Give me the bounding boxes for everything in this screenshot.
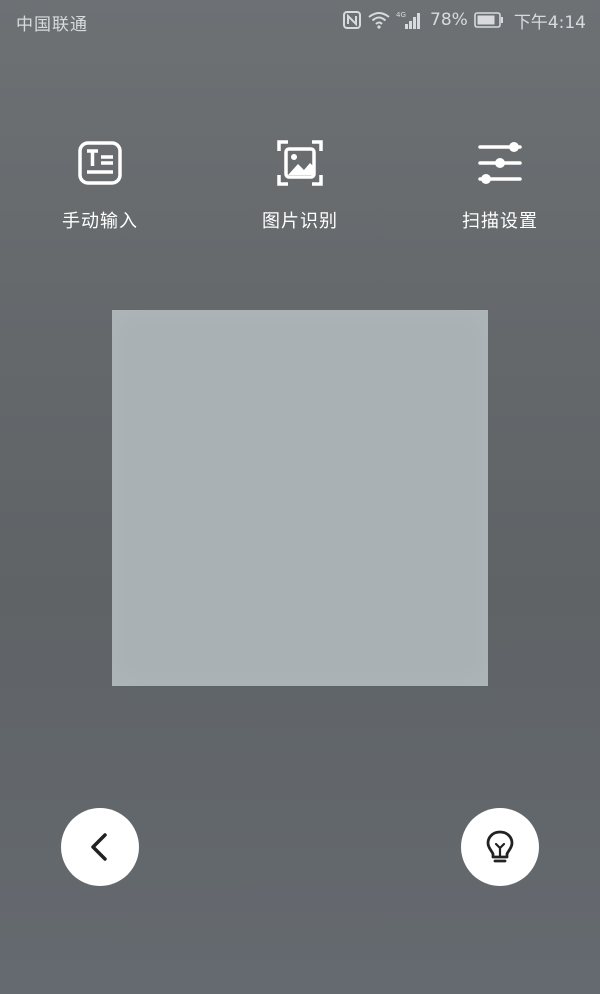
lightbulb-icon bbox=[486, 830, 514, 863]
battery-icon bbox=[474, 12, 504, 28]
network-type-label: 4G bbox=[396, 11, 406, 19]
image-recognition-button[interactable]: 图片识别 bbox=[220, 135, 380, 245]
manual-input-label: 手动输入 bbox=[62, 211, 138, 232]
signal-icon: 4G bbox=[396, 10, 422, 30]
back-button[interactable] bbox=[61, 808, 139, 886]
manual-input-button[interactable]: 手动输入 bbox=[20, 135, 180, 245]
text-edit-icon bbox=[78, 141, 122, 185]
image-scan-icon bbox=[277, 140, 323, 186]
battery-percent: 78% bbox=[430, 10, 468, 30]
scan-settings-button[interactable]: 扫描设置 bbox=[420, 135, 580, 245]
chevron-left-icon bbox=[91, 833, 107, 861]
sliders-icon bbox=[478, 142, 522, 184]
image-recognition-label: 图片识别 bbox=[262, 211, 338, 232]
scan-settings-label: 扫描设置 bbox=[462, 211, 538, 232]
carrier-name: 中国联通 bbox=[16, 15, 88, 35]
status-indicators: 4G 78% 下午4:14 bbox=[342, 8, 586, 33]
flashlight-button[interactable] bbox=[461, 808, 539, 886]
clock-time: 下午4:14 bbox=[513, 12, 586, 33]
status-bar: 中国联通 4G 78% 下午4:14 bbox=[0, 0, 600, 40]
nfc-icon bbox=[342, 10, 362, 30]
wifi-icon bbox=[368, 11, 390, 29]
scan-viewfinder bbox=[112, 310, 488, 686]
scan-toolbar: 手动输入 图片识别 扫描设置 bbox=[0, 135, 600, 245]
